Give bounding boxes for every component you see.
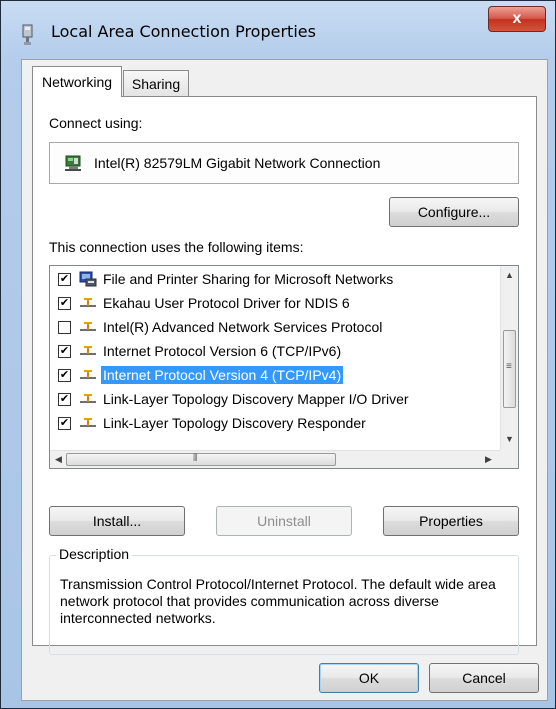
item-label: Link-Layer Topology Discovery Responder xyxy=(103,415,366,431)
items-list[interactable]: ✔ File and Printer Sharing for Microsoft… xyxy=(49,265,519,469)
list-item[interactable]: ✔ Link-Layer Topology Discovery Responde… xyxy=(52,412,500,434)
title-bar: Local Area Connection Properties x xyxy=(1,1,555,59)
scroll-up-icon[interactable]: ▲ xyxy=(505,270,514,280)
tab-networking[interactable]: Networking xyxy=(32,66,122,97)
list-item[interactable]: Intel(R) Advanced Network Services Proto… xyxy=(52,316,500,338)
item-checkbox[interactable]: ✔ xyxy=(58,392,71,406)
configure-button[interactable]: Configure... xyxy=(389,197,519,227)
item-label: Internet Protocol Version 6 (TCP/IPv6) xyxy=(103,343,342,359)
items-label: This connection uses the following items… xyxy=(49,239,304,255)
scroll-thumb[interactable]: ≡ xyxy=(503,330,516,408)
properties-label: Properties xyxy=(419,513,483,529)
dialog-content: Networking Sharing Connect using: Intel(… xyxy=(21,59,548,701)
tab-label: Networking xyxy=(41,74,113,90)
cancel-label: Cancel xyxy=(462,670,506,686)
grip-icon: ≡ xyxy=(506,361,512,372)
item-checkbox[interactable]: ✔ xyxy=(58,296,71,310)
ok-label: OK xyxy=(358,670,380,686)
network-adapter-icon xyxy=(22,24,33,45)
item-label: Internet Protocol Version 4 (TCP/IPv4) xyxy=(101,366,344,384)
item-checkbox[interactable]: ✔ xyxy=(58,344,71,358)
adapter-name: Intel(R) 82579LM Gigabit Network Connect… xyxy=(94,155,381,171)
item-label: File and Printer Sharing for Microsoft N… xyxy=(103,271,394,287)
scroll-thumb[interactable]: ⦀ xyxy=(66,453,336,466)
list-item[interactable]: ✔ File and Printer Sharing for Microsoft… xyxy=(52,268,500,290)
window-title: Local Area Connection Properties xyxy=(51,22,316,41)
tab-sharing[interactable]: Sharing xyxy=(123,70,189,96)
grip-icon: ⦀ xyxy=(193,453,198,464)
list-item[interactable]: ✔ Internet Protocol Version 6 (TCP/IPv6) xyxy=(52,340,500,362)
install-label: Install... xyxy=(92,513,142,529)
scroll-down-icon[interactable]: ▼ xyxy=(505,434,514,444)
scrollbar-corner xyxy=(500,450,518,468)
protocol-icon xyxy=(80,346,96,355)
list-item[interactable]: ✔ Ekahau User Protocol Driver for NDIS 6 xyxy=(52,292,500,314)
networking-panel: Connect using: Intel(R) 82579LM Gigabit … xyxy=(32,96,537,655)
protocol-icon xyxy=(80,418,96,427)
uninstall-label: Uninstall xyxy=(257,513,311,529)
properties-button[interactable]: Properties xyxy=(383,506,519,536)
horizontal-scrollbar[interactable]: ◀ ⦀ ▶ xyxy=(50,450,500,468)
scroll-left-icon[interactable]: ◀ xyxy=(55,454,62,465)
description-legend: Description xyxy=(56,546,133,562)
install-button[interactable]: Install... xyxy=(49,506,185,536)
vertical-scrollbar[interactable]: ▲ ≡ ▼ xyxy=(500,266,518,450)
protocol-icon xyxy=(80,394,96,403)
list-item-selected[interactable]: ✔ Internet Protocol Version 4 (TCP/IPv4) xyxy=(52,364,500,386)
connect-using-label: Connect using: xyxy=(49,115,143,131)
network-card-icon xyxy=(65,155,81,171)
item-label: Intel(R) Advanced Network Services Proto… xyxy=(103,319,383,335)
description-group: Description Transmission Control Protoco… xyxy=(49,546,519,655)
item-checkbox[interactable] xyxy=(58,320,71,334)
adapter-box: Intel(R) 82579LM Gigabit Network Connect… xyxy=(49,142,519,184)
protocol-icon xyxy=(80,298,96,307)
item-checkbox[interactable]: ✔ xyxy=(58,416,71,430)
cancel-button[interactable]: Cancel xyxy=(429,663,539,693)
list-item[interactable]: ✔ Link-Layer Topology Discovery Mapper I… xyxy=(52,388,500,410)
item-label: Link-Layer Topology Discovery Mapper I/O… xyxy=(103,391,409,407)
protocol-icon xyxy=(80,322,96,331)
protocol-icon xyxy=(80,370,96,379)
item-checkbox[interactable]: ✔ xyxy=(58,368,71,382)
scroll-right-icon[interactable]: ▶ xyxy=(485,454,492,465)
ok-button[interactable]: OK xyxy=(319,663,419,693)
file-printer-sharing-icon xyxy=(79,271,97,287)
item-checkbox[interactable]: ✔ xyxy=(58,272,71,286)
close-button[interactable]: x xyxy=(488,6,546,32)
properties-dialog: Local Area Connection Properties x Netwo… xyxy=(0,0,556,709)
description-text: Transmission Control Protocol/Internet P… xyxy=(60,576,496,626)
configure-label: Configure... xyxy=(417,204,491,220)
close-icon: x xyxy=(512,10,522,27)
tab-label: Sharing xyxy=(131,75,181,92)
uninstall-button: Uninstall xyxy=(216,506,352,536)
item-label: Ekahau User Protocol Driver for NDIS 6 xyxy=(103,295,350,311)
